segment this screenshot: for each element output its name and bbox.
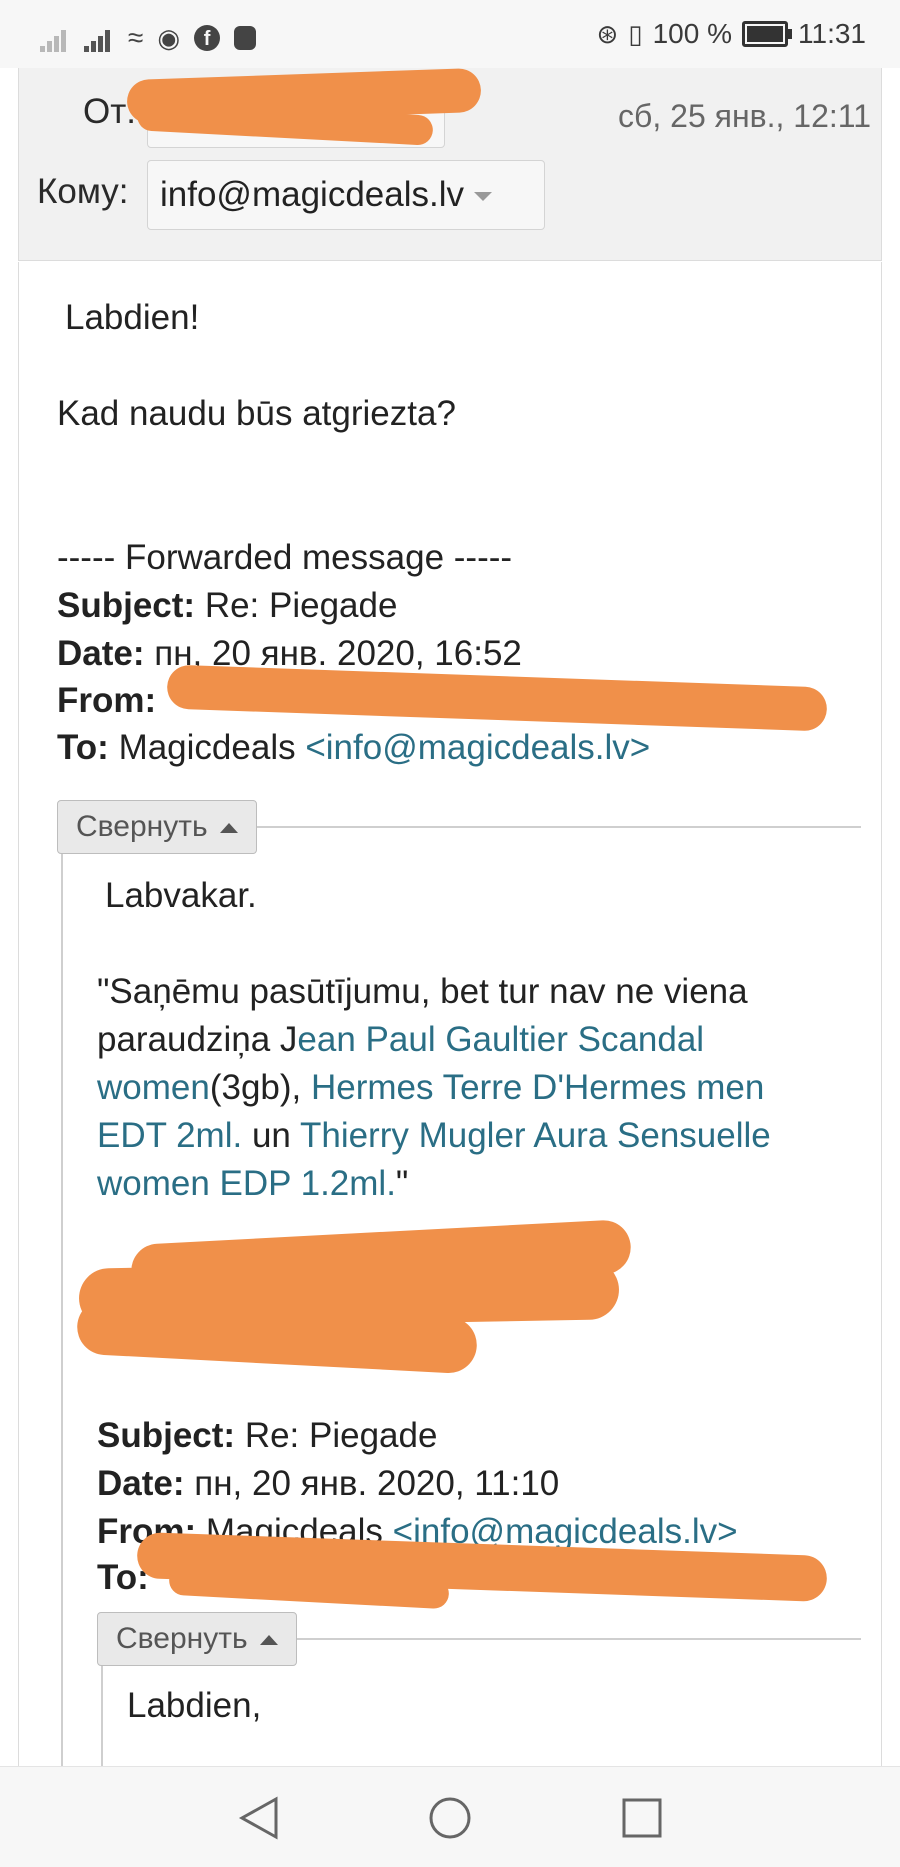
- fwd1-subject-row: Subject: Re: Piegade: [57, 582, 397, 630]
- collapse-label: Свернуть: [116, 1622, 248, 1655]
- signal-icon: [84, 24, 114, 52]
- product-link-mugler-edp[interactable]: women EDP 1.2ml.: [97, 1164, 396, 1203]
- message-body: Labdien! Kad naudu būs atgriezta? ----- …: [18, 262, 882, 1766]
- status-icons-right: ⊛ ▯ 100 % 11:31: [596, 14, 866, 54]
- fwd1-from-row: From:: [57, 677, 156, 725]
- subject-label: Subject:: [57, 586, 196, 625]
- vibrate-icon: ▯: [628, 19, 643, 49]
- subject-value: Re: Piegade: [244, 1416, 438, 1455]
- quote1-greeting: Labvakar.: [105, 876, 257, 915]
- back-icon[interactable]: [236, 1795, 282, 1841]
- text-run: ": [395, 1164, 409, 1203]
- question-text: Kad naudu būs atgriezta?: [57, 394, 456, 433]
- collapse-button[interactable]: Свернуть: [97, 1612, 297, 1666]
- eye-icon: ◉: [157, 23, 181, 53]
- quote-border: [61, 854, 63, 1766]
- quote-border: [101, 1666, 103, 1766]
- to-field[interactable]: info@magicdeals.lv: [147, 160, 545, 230]
- battery-percent: 100 %: [652, 18, 732, 49]
- fwd2-date-row: Date: пн, 20 янв. 2020, 11:10: [97, 1460, 559, 1508]
- divider: [251, 1638, 861, 1640]
- text-run: (3gb),: [209, 1068, 311, 1107]
- to-value: info@magicdeals.lv: [160, 175, 464, 214]
- message-date: сб, 25 янв., 12:11: [618, 98, 871, 134]
- product-link-jpg-women[interactable]: women: [97, 1068, 210, 1107]
- quote1-line5: women EDP 1.2ml.": [97, 1160, 408, 1208]
- product-link-hermes[interactable]: Hermes Terre D'Hermes men: [311, 1068, 764, 1107]
- quote1-line1: "Saņēmu pasūtījumu, bet tur nav ne viena: [97, 972, 748, 1011]
- facebook-icon: f: [194, 25, 221, 51]
- no-sim-signal-icon: [40, 24, 70, 52]
- status-bar: ≈ ◉ f ⊛ ▯ 100 % 11:31: [0, 0, 900, 68]
- date-label: Date:: [57, 634, 145, 673]
- from-label: From:: [57, 681, 157, 720]
- product-link-hermes-edt[interactable]: EDT 2ml.: [97, 1116, 242, 1155]
- quote1-line3: women(3gb), Hermes Terre D'Hermes men: [97, 1064, 764, 1112]
- fwd1-to-row: To: Magicdeals <info@magicdeals.lv>: [57, 724, 650, 772]
- bluetooth-icon: ⊛: [596, 19, 619, 49]
- status-icons-left: ≈ ◉ f: [40, 18, 257, 58]
- subject-label: Subject:: [97, 1416, 236, 1455]
- caret-up-icon: [219, 823, 238, 834]
- clock: 11:31: [798, 18, 866, 49]
- greeting: Labdien!: [65, 298, 200, 337]
- divider: [219, 826, 861, 828]
- forwarded-marker: ----- Forwarded message -----: [57, 538, 513, 577]
- caret-up-icon: [259, 1635, 278, 1646]
- to-email-link[interactable]: <info@magicdeals.lv>: [305, 728, 650, 767]
- product-link-jpg[interactable]: ean Paul Gaultier Scandal: [297, 1020, 704, 1059]
- quote2-greeting: Labdien,: [127, 1686, 262, 1725]
- date-value: пн, 20 янв. 2020, 11:10: [194, 1464, 560, 1503]
- product-link-mugler[interactable]: Thierry Mugler Aura Sensuelle: [300, 1116, 771, 1155]
- collapse-button[interactable]: Свернуть: [57, 800, 257, 854]
- quote1-line2: paraudziņa Jean Paul Gaultier Scandal: [97, 1016, 704, 1064]
- subject-value: Re: Piegade: [204, 586, 398, 625]
- wifi-icon: ≈: [128, 22, 144, 53]
- recent-apps-icon[interactable]: [619, 1795, 665, 1841]
- to-name: Magicdeals: [118, 728, 296, 767]
- text-run: paraudziņa J: [97, 1020, 298, 1059]
- to-label: Кому:: [37, 172, 129, 211]
- quote1-line4: EDT 2ml. un Thierry Mugler Aura Sensuell…: [97, 1112, 771, 1160]
- app-notification-icon: [234, 26, 257, 50]
- battery-icon: [742, 21, 792, 47]
- text-run: un: [242, 1116, 300, 1155]
- navigation-bar: [0, 1766, 900, 1867]
- collapse-label: Свернуть: [76, 810, 208, 843]
- message-header: От: сб, 25 янв., 12:11 Кому: info@magicd…: [18, 67, 882, 261]
- fwd2-subject-row: Subject: Re: Piegade: [97, 1412, 437, 1460]
- chevron-down-icon[interactable]: [474, 192, 492, 202]
- to-label: To:: [57, 728, 109, 767]
- date-label: Date:: [97, 1464, 185, 1503]
- home-icon[interactable]: [427, 1795, 473, 1841]
